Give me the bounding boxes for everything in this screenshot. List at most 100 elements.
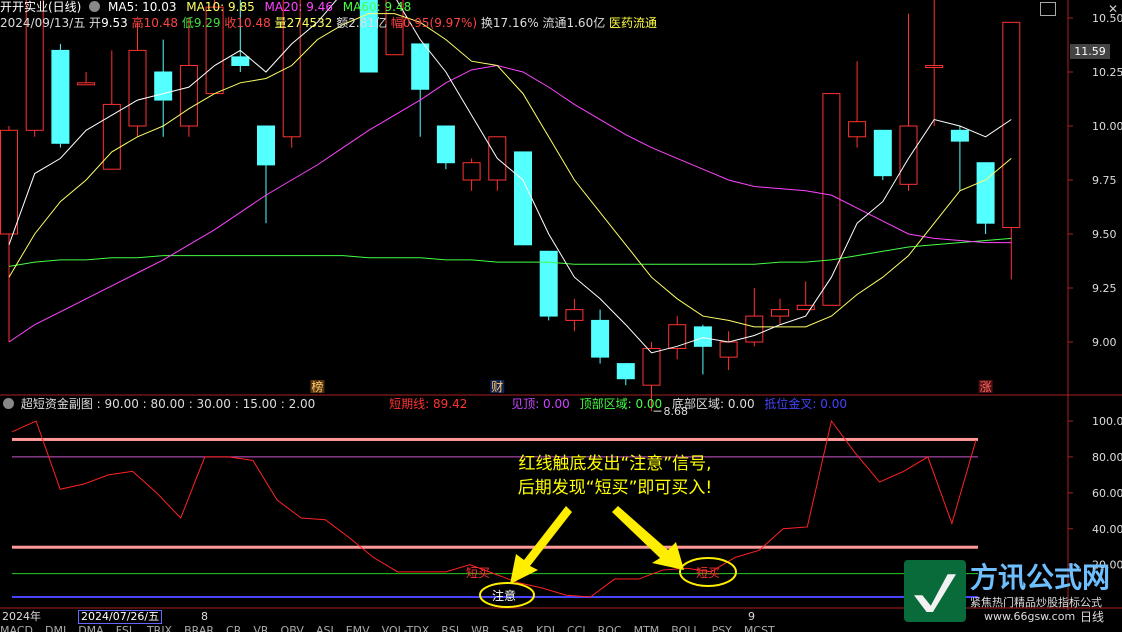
price-tick-label: 9.00 xyxy=(1092,336,1117,349)
stock-title[interactable]: 开开实业(日线) xyxy=(0,0,81,14)
candle-body xyxy=(462,162,481,181)
sub-tick-label: 60.00 xyxy=(1092,487,1122,500)
info-sector[interactable]: 医药流通 xyxy=(609,16,657,30)
attention-label: 注意 xyxy=(492,588,516,603)
candle-body xyxy=(668,324,687,349)
info-change: 幅0.95(9.97%) xyxy=(390,16,478,30)
ma20-line xyxy=(8,65,1012,343)
event-marker-cai: 财 xyxy=(491,380,503,394)
annotation-callout: 红线触底发出“注意”信号, 后期发现“短买”即可买入! xyxy=(470,452,760,500)
indicator-tab[interactable]: MACD xyxy=(0,624,33,632)
chart-canvas[interactable]: 12.0011.7511.5011.2511.0010.7510.5010.25… xyxy=(0,0,1122,632)
indicator-tab[interactable]: RSI xyxy=(441,624,459,632)
selected-date: 2024/07/26/五 xyxy=(78,610,163,624)
candle-body xyxy=(0,129,18,235)
close-icon[interactable]: ✕ xyxy=(1108,2,1118,16)
candle-body xyxy=(616,363,635,380)
indicator-tab[interactable]: MCST xyxy=(744,624,775,632)
candle-body xyxy=(51,49,70,144)
candle-body xyxy=(693,326,712,347)
indicator-tab[interactable]: SAR xyxy=(502,624,524,632)
candle-body xyxy=(771,309,789,317)
indicator-tab[interactable]: FSL xyxy=(116,624,135,632)
indicator-tab[interactable]: WR xyxy=(471,624,490,632)
price-tick-label: 10.00 xyxy=(1092,120,1122,133)
year-label: 2024年 xyxy=(2,610,41,623)
indicator-tab[interactable]: KDJ xyxy=(536,624,555,632)
short-buy-label-2: 短买 xyxy=(696,566,720,580)
candle-body xyxy=(950,129,969,142)
sub-tick-label: 100.0 xyxy=(1092,415,1122,428)
level-90-line xyxy=(12,437,978,441)
info-open: 开9.53 xyxy=(89,16,128,30)
restore-window-button[interactable] xyxy=(1040,2,1056,16)
candle-body xyxy=(591,319,610,358)
price-tick-label: 9.50 xyxy=(1092,228,1117,241)
logo-slogan: 紧焦热门精品炒股指标公式 xyxy=(970,596,1102,609)
gear-icon[interactable] xyxy=(3,398,14,409)
indicator-tab[interactable]: OBV xyxy=(281,624,304,632)
candle-body xyxy=(436,125,455,164)
indicator-tab[interactable]: BOLL xyxy=(671,624,699,632)
info-high: 高10.48 xyxy=(131,16,178,30)
logo-mark xyxy=(904,560,966,622)
indicator-tab[interactable]: PSY xyxy=(712,624,732,632)
top-signal-value: 见顶: 0.00 xyxy=(511,397,570,411)
event-marker-zhang: 涨 xyxy=(980,379,992,394)
indicator-tab[interactable]: TRIX xyxy=(147,624,172,632)
low-gold-value: 抵位金叉: 0.00 xyxy=(764,397,847,411)
candle-body xyxy=(514,151,532,246)
indicator-tab[interactable]: BRAR xyxy=(184,624,214,632)
candle-body xyxy=(154,71,173,101)
info-float: 流通1.60亿 xyxy=(542,16,606,30)
short-term-line xyxy=(11,419,977,598)
ma60-indicator: MA60: 9.48 xyxy=(342,0,412,14)
brand-logo: 方讯公式网 紧焦热门精品炒股指标公式 www.66gsw.com xyxy=(904,560,1122,626)
candle-body xyxy=(102,103,121,170)
indicator-tab[interactable]: EMV xyxy=(346,624,370,632)
info-volume: 量274532 xyxy=(274,16,333,30)
indicator-tab[interactable]: CR xyxy=(226,624,241,632)
candle-body xyxy=(565,309,584,321)
bottom-zone-value: 底部区域: 0.00 xyxy=(672,397,755,411)
ma5-indicator: MA5: 10.03 xyxy=(108,0,177,14)
gear-icon[interactable] xyxy=(89,1,101,12)
indicator-tab[interactable]: VOL-TDX xyxy=(382,624,430,632)
info-turnover: 换17.16% xyxy=(480,16,539,30)
indicator-tab[interactable]: DMA xyxy=(78,624,104,632)
info-date: 2024/09/13/五 xyxy=(0,16,86,30)
indicator-tab[interactable]: MTM xyxy=(634,624,660,632)
candle-body xyxy=(539,250,558,317)
info-amount: 额2.81亿 xyxy=(336,16,387,30)
indicator-tab[interactable]: DMI xyxy=(45,624,66,632)
indicator-tab[interactable]: ROC xyxy=(598,624,622,632)
candle-body xyxy=(1002,21,1021,229)
month-8-label: 8 xyxy=(201,610,208,623)
arrow-to-short-buy xyxy=(612,506,684,570)
candle-body xyxy=(179,65,198,127)
level-30-line xyxy=(12,545,978,549)
candle-body xyxy=(411,43,430,90)
candle-body xyxy=(873,129,892,177)
sub-tick-label: 40.00 xyxy=(1092,523,1122,536)
candle-body xyxy=(719,341,738,358)
logo-url: www.66gsw.com xyxy=(984,610,1076,623)
callout-line-1: 红线触底发出“注意”信号, xyxy=(518,454,712,474)
sub-chart-header: 超短资金副图 : 90.00 : 80.00 : 30.00 : 15.00 :… xyxy=(0,397,1070,413)
candle-body xyxy=(976,162,995,224)
candle-body xyxy=(77,82,96,86)
ma5-line xyxy=(8,0,1012,354)
title-row: 开开实业(日线) MA5: 10.03 MA10: 9.85 MA20: 9.4… xyxy=(0,0,1070,16)
info-row: 2024/09/13/五 开9.53 高10.48 低9.29 收10.48 量… xyxy=(0,16,1070,32)
candle-body xyxy=(745,315,764,343)
candle-body xyxy=(642,347,661,386)
price-tick-label: 9.75 xyxy=(1092,174,1117,187)
ma10-indicator: MA10: 9.85 xyxy=(186,0,255,14)
indicator-tab[interactable]: ASI xyxy=(316,624,334,632)
arrow-to-attention xyxy=(510,506,572,584)
sub-tick-label: 80.00 xyxy=(1092,451,1122,464)
indicator-tab[interactable]: CCI xyxy=(567,624,586,632)
indicator-tab[interactable]: VR xyxy=(253,624,268,632)
candle-body xyxy=(128,49,147,127)
sub-chart-title[interactable]: 超短资金副图 : 90.00 : 80.00 : 30.00 : 15.00 :… xyxy=(21,397,316,411)
